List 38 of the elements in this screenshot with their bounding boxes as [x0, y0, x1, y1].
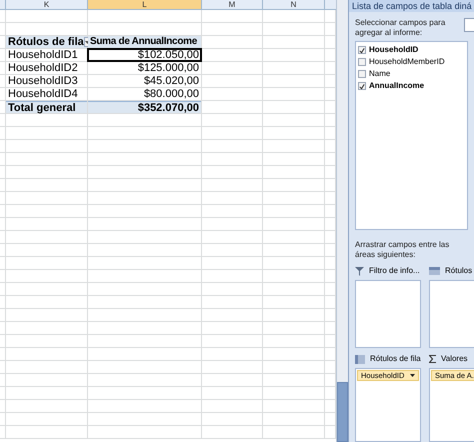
column-header[interactable]: M [202, 0, 263, 9]
field-label[interactable]: Name [369, 68, 390, 80]
scrollbar-thumb[interactable] [337, 382, 348, 442]
total-value: $352.070,00 [88, 101, 201, 113]
field-label[interactable]: AnnualIncome [369, 80, 424, 92]
area-label: Valores [441, 353, 468, 365]
filter-icon [355, 266, 364, 276]
row-label: HouseholdID4 [7, 88, 79, 100]
row-label: HouseholdID1 [7, 49, 79, 61]
value-cell[interactable]: $102.050,00 [88, 49, 201, 61]
field-label[interactable]: HouseholdID [369, 44, 418, 56]
area-label: Rótulos [445, 265, 472, 277]
areas-instruction: Arrastrar campos entre las áreas siguientes: [354, 240, 450, 260]
rows-icon [355, 354, 365, 364]
instruction-text: Seleccionar campos para agregar al informe: [355, 18, 446, 38]
field-checkbox[interactable] [358, 58, 366, 66]
column-header[interactable]: L [88, 0, 202, 9]
columns-icon [429, 267, 440, 275]
layout-button[interactable] [464, 18, 474, 32]
row-label: HouseholdID3 [7, 75, 79, 87]
value-cell[interactable]: $125.000,00 [88, 62, 201, 74]
total-label: Total general [6, 101, 87, 113]
field-checkbox[interactable] [358, 82, 366, 90]
panel-title: Lista de campos de tabla diná [349, 0, 474, 12]
area-label: Filtro de info... [369, 265, 420, 277]
area-label: Rótulos de fila [370, 353, 421, 365]
value-cell[interactable]: $45.020,00 [88, 75, 201, 87]
dropdown-arrow-icon [410, 374, 415, 377]
vertical-scrollbar[interactable] [336, 0, 348, 442]
drop-area [355, 280, 421, 348]
field-checkbox[interactable] [358, 70, 366, 78]
values-header: Suma de AnnualIncome [88, 36, 201, 48]
sigma-icon [429, 355, 436, 363]
field-checkbox[interactable] [358, 46, 366, 54]
value-cell[interactable]: $80.000,00 [88, 88, 201, 100]
column-header[interactable]: N [263, 0, 325, 9]
field-label[interactable]: HouseholdMemberID [369, 56, 445, 68]
row-label: HouseholdID2 [7, 62, 79, 74]
